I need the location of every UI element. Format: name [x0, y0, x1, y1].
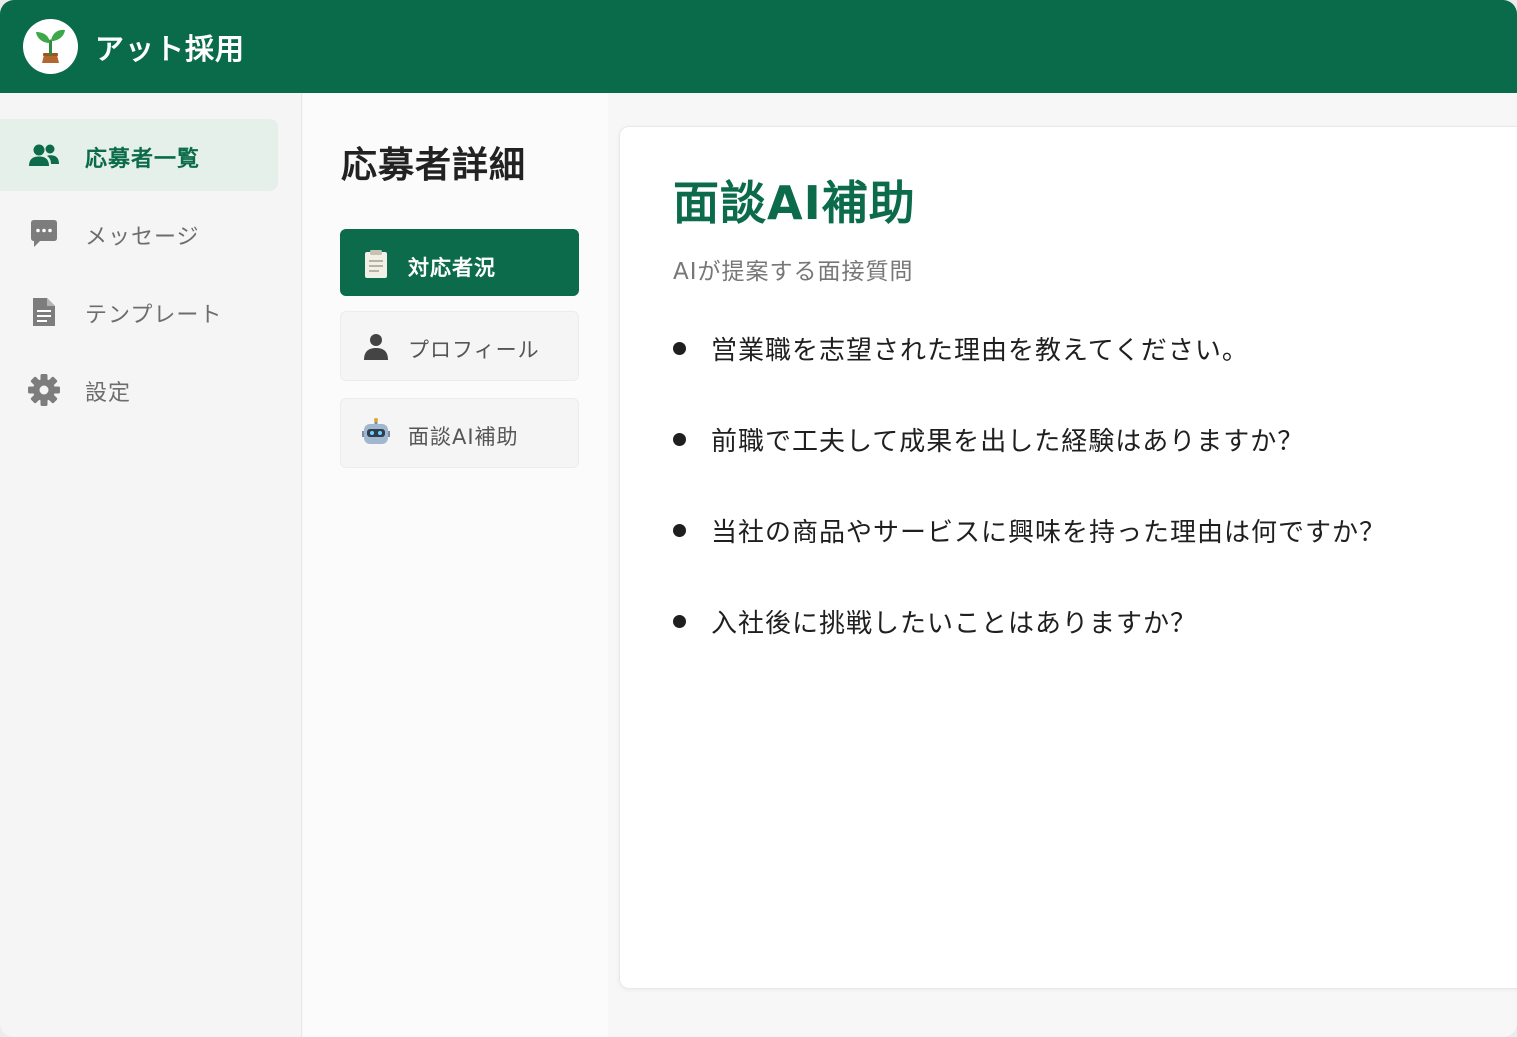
list-item: 入社後に挑戦したいことはありますか？ — [673, 603, 1517, 694]
page-title: 応募者詳細 — [341, 145, 527, 186]
bullet — [673, 615, 686, 628]
bullet — [673, 524, 686, 537]
users-icon — [27, 139, 61, 173]
tab-label: 対応者況 — [408, 256, 496, 280]
top-bar: アット採用 — [0, 0, 1517, 93]
list-item: 当社の商品やサービスに興味を持った理由は何ですか？ — [673, 512, 1517, 603]
tab-label: プロフィール — [408, 338, 540, 362]
gear-icon — [27, 373, 61, 407]
sidebar: 応募者一覧 メッセージ テンプレート 設定 — [0, 93, 302, 1037]
sidebar-item-label: テンプレート — [85, 303, 223, 328]
panel-title: 面談AI補助 — [673, 176, 916, 230]
sidebar-item-settings[interactable]: 設定 — [0, 353, 278, 425]
interview-ai-panel: 面談AI補助 AIが提案する面接質問 営業職を志望された理由を教えてください。 … — [619, 126, 1517, 989]
question-text: 営業職を志望された理由を教えてください。 — [711, 336, 1249, 366]
sidebar-item-messages[interactable]: メッセージ — [0, 197, 278, 269]
sidebar-item-label: 応募者一覧 — [85, 147, 201, 172]
question-text: 入社後に挑戦したいことはありますか？ — [711, 609, 1198, 639]
person-icon — [361, 331, 391, 361]
document-icon — [27, 295, 61, 329]
app-title: アット採用 — [95, 32, 246, 66]
list-item: 営業職を志望された理由を教えてください。 — [673, 330, 1517, 421]
clipboard-icon — [361, 249, 391, 279]
sidebar-item-applicants[interactable]: 応募者一覧 — [0, 119, 278, 191]
bullet — [673, 433, 686, 446]
question-text: 当社の商品やサービスに興味を持った理由は何ですか？ — [711, 518, 1387, 548]
tab-status[interactable]: 対応者況 — [340, 229, 579, 296]
tab-label: 面談AI補助 — [408, 425, 519, 449]
tab-interview-ai[interactable]: 面談AI補助 — [340, 398, 579, 468]
sidebar-item-templates[interactable]: テンプレート — [0, 275, 278, 347]
tab-profile[interactable]: プロフィール — [340, 311, 579, 381]
sprout-icon[interactable] — [23, 19, 78, 74]
robot-icon — [361, 418, 391, 448]
detail-column: 応募者詳細 対応者況 プロフィール 面談AI補助 — [303, 93, 608, 1037]
app-window: アット採用 応募者一覧 メッセージ テンプレート 設定 応募者詳細 対応者況 プ… — [0, 0, 1517, 1037]
panel-subtitle: AIが提案する面接質問 — [673, 259, 914, 285]
question-text: 前職で工夫して成果を出した経験はありますか？ — [711, 427, 1305, 457]
chat-bubble-icon — [27, 217, 61, 251]
bullet — [673, 342, 686, 355]
question-list: 営業職を志望された理由を教えてください。 前職で工夫して成果を出した経験はありま… — [673, 330, 1517, 694]
list-item: 前職で工夫して成果を出した経験はありますか？ — [673, 421, 1517, 512]
sidebar-item-label: メッセージ — [85, 225, 200, 250]
sidebar-item-label: 設定 — [85, 381, 132, 406]
